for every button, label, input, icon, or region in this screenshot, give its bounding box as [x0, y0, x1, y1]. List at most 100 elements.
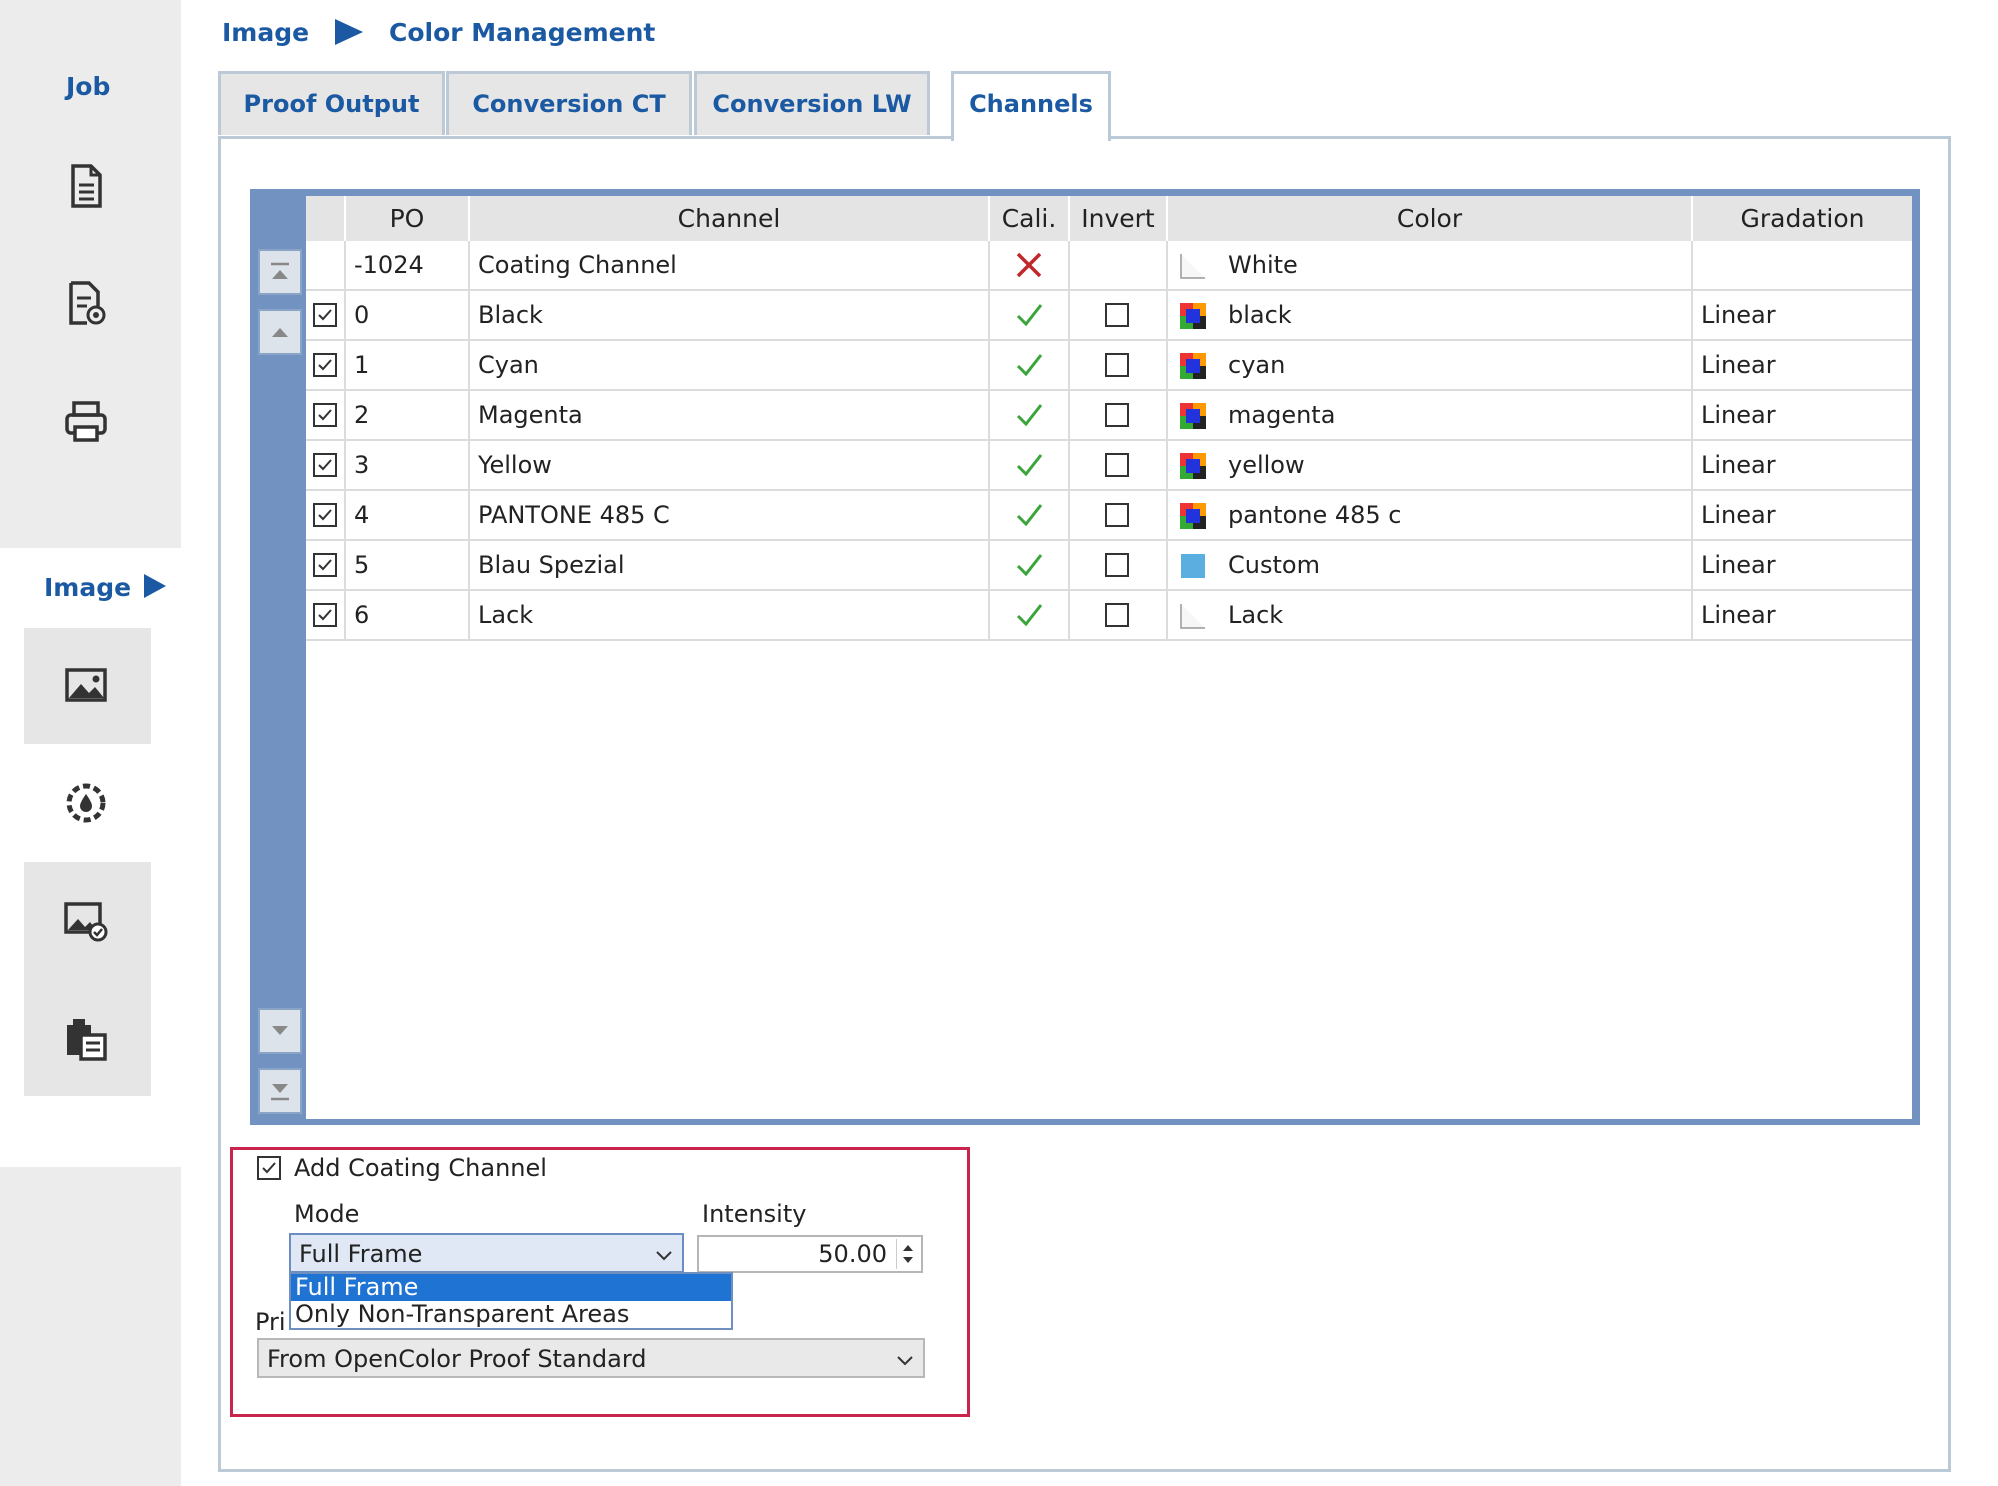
gradation-cell: Linear — [1701, 301, 1776, 329]
document-icon[interactable] — [61, 161, 111, 211]
po-cell: 6 — [346, 591, 470, 639]
mode-label: Mode — [294, 1200, 360, 1228]
table-row[interactable]: 4 PANTONE 485 C pantone 485 c Linear — [306, 491, 1912, 541]
tab-channels[interactable]: Channels — [951, 71, 1111, 141]
table-row[interactable]: 5 Blau Spezial Custom Linear — [306, 541, 1912, 591]
enabled-checkbox[interactable] — [313, 453, 337, 477]
priority-select[interactable]: From OpenColor Proof Standard — [257, 1338, 925, 1378]
po-cell: 0 — [346, 291, 470, 339]
table-row[interactable]: 1 Cyan cyan Linear — [306, 341, 1912, 391]
color-swatch-icon — [1180, 453, 1206, 479]
color-name: Custom — [1228, 551, 1320, 579]
invert-cell — [1070, 241, 1168, 289]
color-name: White — [1228, 251, 1298, 279]
channel-name-cell: PANTONE 485 C — [470, 491, 990, 539]
po-cell: 5 — [346, 541, 470, 589]
color-name: black — [1228, 301, 1292, 329]
sidebar-section-image[interactable]: Image — [44, 573, 131, 602]
enabled-checkbox[interactable] — [313, 503, 337, 527]
calibration-cell — [990, 241, 1070, 289]
move-up-button[interactable] — [258, 309, 302, 355]
image-settings-icon[interactable] — [61, 896, 111, 946]
mode-option-non-transparent[interactable]: Only Non-Transparent Areas — [291, 1301, 731, 1328]
color-cell: magenta — [1168, 391, 1693, 439]
color-cell: yellow — [1168, 441, 1693, 489]
invert-checkbox[interactable] — [1105, 553, 1129, 577]
color-cell: Custom — [1168, 541, 1693, 589]
invert-cell — [1070, 491, 1168, 539]
gradation-cell: Linear — [1701, 351, 1776, 379]
enabled-checkbox[interactable] — [313, 553, 337, 577]
header-cali[interactable]: Cali. — [990, 196, 1070, 241]
gradation-cell: Linear — [1701, 501, 1776, 529]
calibration-cell — [990, 341, 1070, 389]
color-cell: Lack — [1168, 591, 1693, 639]
color-cell: pantone 485 c — [1168, 491, 1693, 539]
tab-conversion-ct[interactable]: Conversion CT — [446, 71, 692, 135]
color-wheel-icon[interactable] — [61, 778, 111, 828]
document-settings-icon[interactable] — [61, 278, 111, 328]
breadcrumb-image[interactable]: Image — [222, 18, 309, 47]
move-to-top-button[interactable] — [258, 249, 302, 295]
move-down-button[interactable] — [258, 1008, 302, 1054]
tab-proof-output[interactable]: Proof Output — [218, 71, 445, 135]
header-gradation[interactable]: Gradation — [1693, 196, 1912, 241]
color-swatch-icon — [1180, 403, 1206, 429]
sidebar-section-job[interactable]: Job — [66, 72, 110, 101]
intensity-label: Intensity — [702, 1200, 807, 1228]
invert-checkbox[interactable] — [1105, 303, 1129, 327]
mode-option-full-frame[interactable]: Full Frame — [291, 1274, 731, 1301]
header-channel[interactable]: Channel — [470, 196, 990, 241]
invert-checkbox[interactable] — [1105, 403, 1129, 427]
color-swatch-icon — [1180, 303, 1206, 329]
invert-cell — [1070, 341, 1168, 389]
sidebar-active-arrow-icon — [144, 574, 166, 598]
enabled-checkbox[interactable] — [313, 403, 337, 427]
check-icon — [1016, 404, 1043, 427]
enabled-cell — [306, 391, 346, 439]
color-name: magenta — [1228, 401, 1336, 429]
priority-label: Pri — [255, 1308, 286, 1336]
table-row[interactable]: 6 Lack Lack Linear — [306, 591, 1912, 641]
table-row[interactable]: 0 Black black Linear — [306, 291, 1912, 341]
invert-checkbox[interactable] — [1105, 353, 1129, 377]
invert-checkbox[interactable] — [1105, 603, 1129, 627]
color-name: cyan — [1228, 351, 1286, 379]
invert-checkbox[interactable] — [1105, 503, 1129, 527]
mode-select[interactable]: Full Frame — [289, 1233, 684, 1273]
check-icon — [1016, 304, 1043, 327]
enabled-cell — [306, 441, 346, 489]
header-color[interactable]: Color — [1168, 196, 1693, 241]
header-invert[interactable]: Invert — [1070, 196, 1168, 241]
add-coating-channel-checkbox[interactable] — [257, 1156, 281, 1180]
po-cell: -1024 — [346, 241, 470, 289]
enabled-cell — [306, 341, 346, 389]
enabled-checkbox[interactable] — [313, 353, 337, 377]
intensity-spin-buttons[interactable] — [896, 1239, 919, 1269]
header-po[interactable]: PO — [346, 196, 470, 241]
color-swatch-icon — [1181, 554, 1205, 578]
breadcrumb-separator-icon — [335, 19, 363, 45]
check-icon — [1016, 604, 1043, 627]
enabled-checkbox[interactable] — [313, 303, 337, 327]
tab-conversion-lw[interactable]: Conversion LW — [694, 71, 930, 135]
color-cell: White — [1168, 241, 1693, 289]
clipboard-icon[interactable] — [61, 1013, 111, 1063]
enabled-checkbox[interactable] — [313, 603, 337, 627]
table-row[interactable]: 2 Magenta magenta Linear — [306, 391, 1912, 441]
calibration-cell — [990, 391, 1070, 439]
move-to-bottom-button[interactable] — [258, 1068, 302, 1114]
intensity-stepper[interactable]: 50.00 — [697, 1235, 923, 1273]
check-icon — [1016, 554, 1043, 577]
printer-icon[interactable] — [61, 397, 111, 447]
invert-checkbox[interactable] — [1105, 453, 1129, 477]
table-row[interactable]: 3 Yellow yellow Linear — [306, 441, 1912, 491]
mode-select-value: Full Frame — [299, 1240, 423, 1268]
enabled-cell — [306, 591, 346, 639]
add-coating-channel-label: Add Coating Channel — [294, 1154, 547, 1182]
table-header: PO Channel Cali. Invert Color Gradation — [306, 196, 1912, 241]
check-icon — [1016, 504, 1043, 527]
table-row[interactable]: -1024 Coating Channel White — [306, 241, 1912, 291]
gradation-cell: Linear — [1701, 551, 1776, 579]
picture-icon[interactable] — [61, 660, 111, 710]
